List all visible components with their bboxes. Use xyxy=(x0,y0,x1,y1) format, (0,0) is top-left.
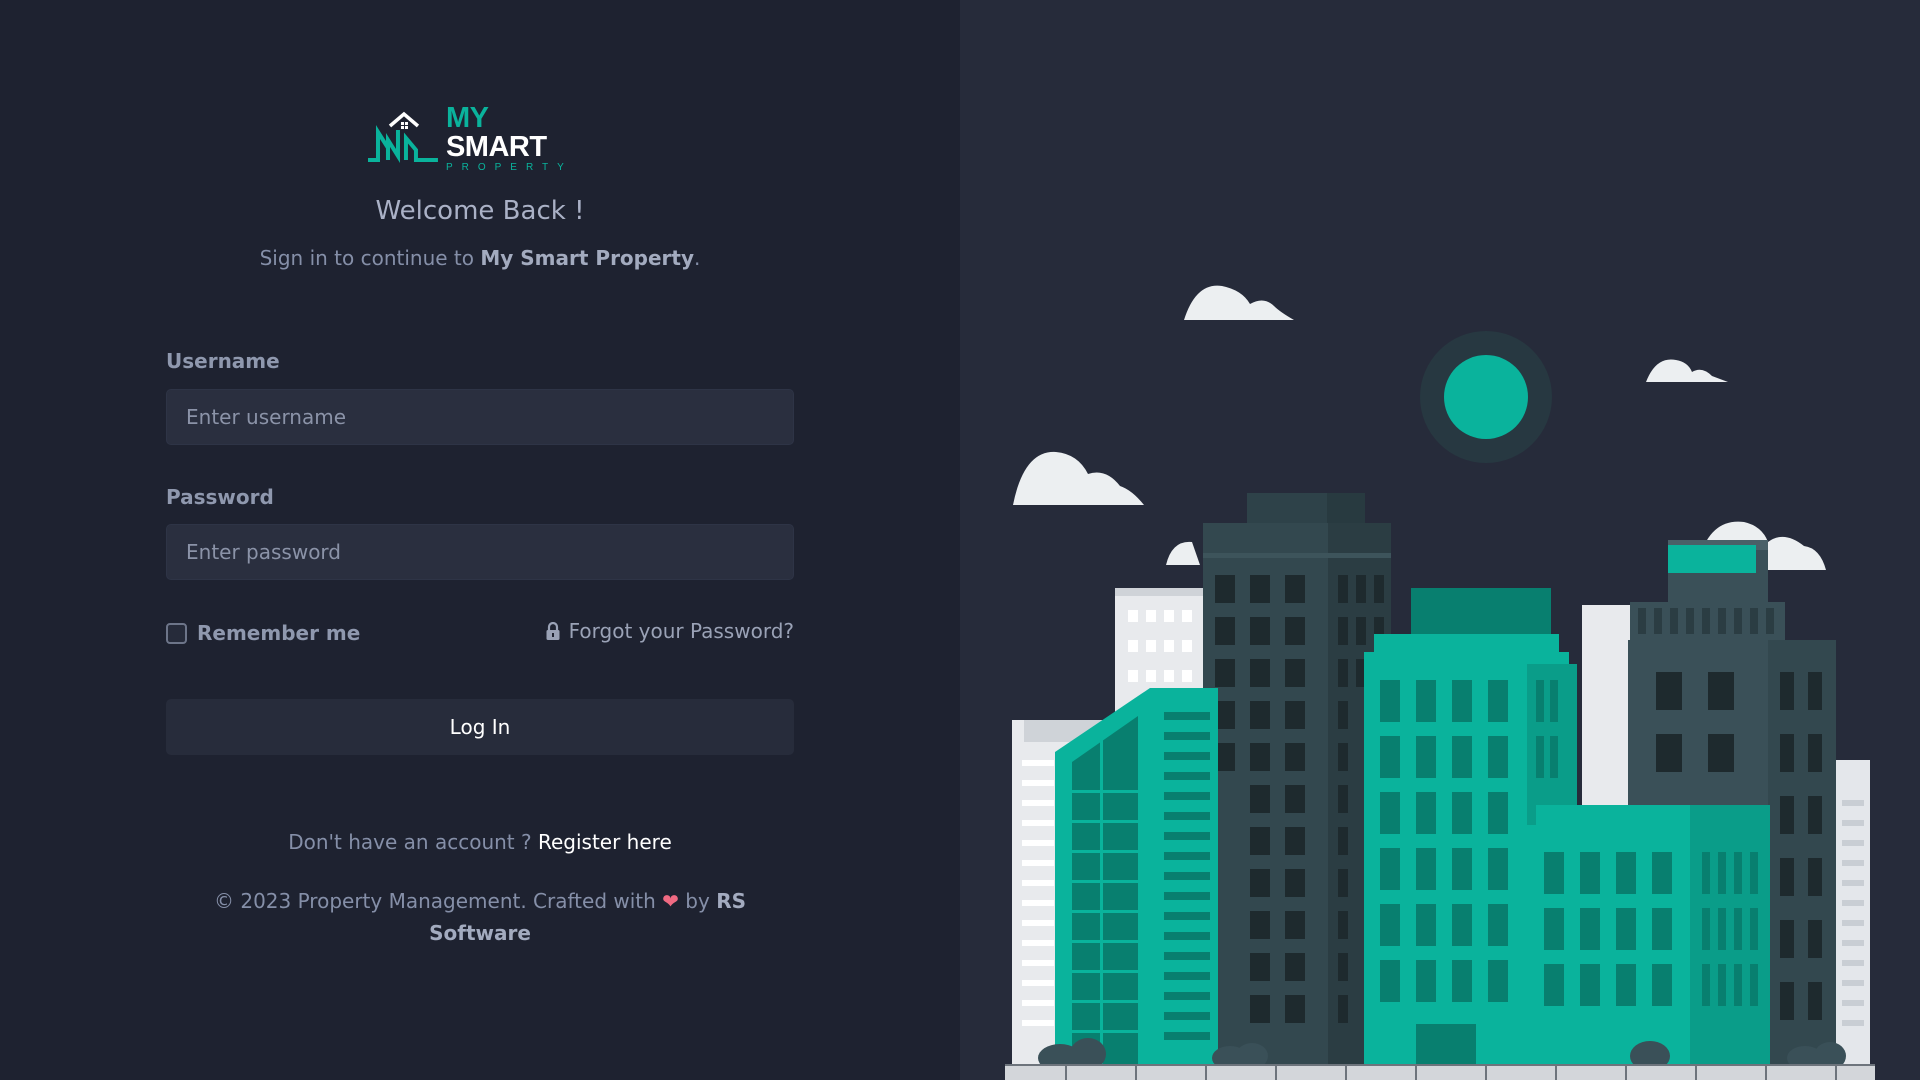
forgot-password-label: Forgot your Password? xyxy=(568,619,794,643)
footer-prefix: © 2023 Property Management. Crafted with xyxy=(213,889,663,913)
login-button[interactable]: Log In xyxy=(166,699,794,755)
brand-logo: MY SMART PROPERTY xyxy=(366,103,596,172)
footer-copyright: © 2023 Property Management. Crafted with… xyxy=(200,885,760,949)
remember-me-label: Remember me xyxy=(197,621,361,645)
username-input[interactable] xyxy=(166,389,794,445)
heart-icon: ❤ xyxy=(662,889,679,913)
city-skyline-svg xyxy=(1005,285,1875,1080)
footer-by: by xyxy=(678,889,717,913)
cloud xyxy=(1166,541,1200,565)
register-prompt: Don't have an account ? Register here xyxy=(0,830,960,854)
password-label: Password xyxy=(166,485,274,509)
logo-tagline: PROPERTY xyxy=(445,161,573,173)
checkbox-box[interactable] xyxy=(166,622,187,644)
welcome-heading: Welcome Back ! xyxy=(375,196,585,226)
forgot-password-link[interactable]: Forgot your Password? xyxy=(545,619,794,643)
password-input[interactable] xyxy=(166,524,794,580)
lock-icon xyxy=(546,621,560,640)
signin-subtitle: Sign in to continue to My Smart Property… xyxy=(0,246,960,270)
remember-me-checkbox[interactable]: Remember me xyxy=(166,621,360,645)
subtitle-prefix: Sign in to continue to xyxy=(259,246,481,270)
subtitle-suffix: . xyxy=(694,246,701,270)
username-label: Username xyxy=(166,349,280,373)
cloud xyxy=(1013,451,1144,505)
register-link[interactable]: Register here xyxy=(538,830,672,854)
city-skyline-illustration xyxy=(960,0,1920,1080)
register-prompt-text: Don't have an account ? xyxy=(288,830,538,854)
logo-word-my: MY xyxy=(445,101,488,134)
building-logo-icon xyxy=(367,111,438,163)
auth-panel: MY SMART PROPERTY Welcome Back ! Sign in… xyxy=(0,0,960,1080)
logo-word-smart: SMART xyxy=(445,130,547,163)
subtitle-brand: My Smart Property xyxy=(480,246,695,270)
sun xyxy=(1444,355,1528,439)
cloud xyxy=(1184,285,1294,320)
cloud xyxy=(1646,359,1728,382)
